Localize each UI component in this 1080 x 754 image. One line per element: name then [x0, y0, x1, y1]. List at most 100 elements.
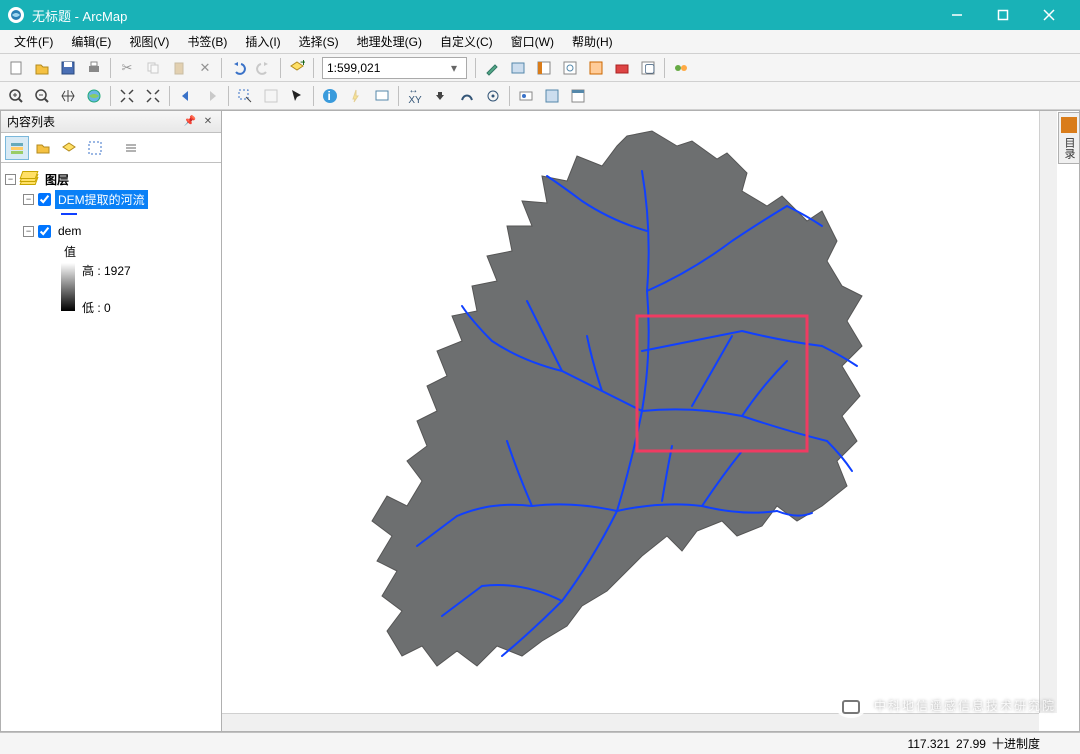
layer-river-label[interactable]: DEM提取的河流: [55, 190, 148, 209]
full-extent-button[interactable]: [82, 84, 106, 108]
standard-toolbar: ✂ ✕ + 1:599,021 ▾ ▢: [0, 54, 1080, 82]
open-button[interactable]: [30, 56, 54, 80]
layer-dem-label[interactable]: dem: [55, 223, 84, 239]
fixed-zoom-in-button[interactable]: [115, 84, 139, 108]
list-by-drawing-order-tab[interactable]: [5, 136, 29, 160]
toc-header: 内容列表 📌 ✕: [1, 111, 221, 133]
redo-button[interactable]: [252, 56, 276, 80]
list-by-selection-tab[interactable]: [83, 136, 107, 160]
zoom-out-button[interactable]: [30, 84, 54, 108]
coord-unit: 十进制度: [992, 735, 1040, 752]
time-slider-button[interactable]: [514, 84, 538, 108]
next-extent-button[interactable]: [200, 84, 224, 108]
pan-button[interactable]: [56, 84, 80, 108]
collapse-icon[interactable]: −: [23, 194, 34, 205]
viewer-window-button[interactable]: [566, 84, 590, 108]
toc-button[interactable]: [506, 56, 530, 80]
collapse-icon[interactable]: −: [5, 174, 16, 185]
identify-button[interactable]: i: [318, 84, 342, 108]
editor-toolbar-button[interactable]: [480, 56, 504, 80]
options-tab[interactable]: [119, 136, 143, 160]
clear-selection-button[interactable]: [259, 84, 283, 108]
fixed-zoom-out-button[interactable]: [141, 84, 165, 108]
undo-button[interactable]: [226, 56, 250, 80]
menu-file[interactable]: 文件(F): [6, 30, 61, 53]
collapse-icon[interactable]: −: [23, 226, 34, 237]
zoom-in-button[interactable]: [4, 84, 28, 108]
menu-geoprocessing[interactable]: 地理处理(G): [349, 30, 430, 53]
go-to-xy-button[interactable]: [481, 84, 505, 108]
find-button[interactable]: [429, 84, 453, 108]
catalog-dock-label: 目录: [1061, 137, 1077, 159]
menu-help[interactable]: 帮助(H): [564, 30, 621, 53]
catalog-button[interactable]: [532, 56, 556, 80]
menu-bar: 文件(F) 编辑(E) 视图(V) 书签(B) 插入(I) 选择(S) 地理处理…: [0, 30, 1080, 54]
catalog-icon: [1061, 117, 1077, 133]
value-label: 值: [61, 242, 79, 261]
low-value-label: 低 : 0: [79, 298, 134, 317]
scale-value: 1:599,021: [327, 61, 380, 75]
main-area: 内容列表 📌 ✕ − 图层 − DEM提取的河流: [0, 110, 1080, 732]
vertical-scrollbar[interactable]: [1039, 111, 1057, 713]
arccatalog-button[interactable]: [584, 56, 608, 80]
copy-button[interactable]: [141, 56, 165, 80]
list-by-visibility-tab[interactable]: [57, 136, 81, 160]
high-value-label: 高 : 1927: [79, 261, 134, 280]
chevron-down-icon: ▾: [446, 61, 462, 75]
prev-extent-button[interactable]: [174, 84, 198, 108]
catalog-dock-tab[interactable]: 目录: [1058, 112, 1080, 164]
app-icon: [8, 7, 24, 23]
find-route-button[interactable]: [455, 84, 479, 108]
svg-text:i: i: [328, 89, 331, 103]
new-button[interactable]: [4, 56, 28, 80]
measure-button[interactable]: ↔XY: [403, 84, 427, 108]
save-button[interactable]: [56, 56, 80, 80]
close-icon[interactable]: ✕: [201, 115, 215, 129]
toolbox-button[interactable]: [610, 56, 634, 80]
cut-button[interactable]: ✂: [115, 56, 139, 80]
toc-tree[interactable]: − 图层 − DEM提取的河流 − dem 值 高 : 1927: [1, 163, 221, 731]
layer-visibility-checkbox[interactable]: [38, 225, 51, 238]
layer-visibility-checkbox[interactable]: [38, 193, 51, 206]
html-popup-button[interactable]: [370, 84, 394, 108]
menu-windows[interactable]: 窗口(W): [503, 30, 562, 53]
map-svg: [222, 111, 1042, 711]
print-button[interactable]: [82, 56, 106, 80]
create-viewer-button[interactable]: [540, 84, 564, 108]
delete-button[interactable]: ✕: [193, 56, 217, 80]
toc-title: 内容列表: [7, 113, 55, 130]
coord-y: 27.99: [956, 737, 986, 751]
add-data-button[interactable]: +: [285, 56, 309, 80]
toc-panel: 内容列表 📌 ✕ − 图层 − DEM提取的河流: [0, 110, 222, 732]
menu-bookmarks[interactable]: 书签(B): [179, 30, 235, 53]
river-symbol[interactable]: [61, 213, 77, 215]
select-elements-button[interactable]: [285, 84, 309, 108]
close-button[interactable]: [1026, 0, 1072, 30]
map-canvas[interactable]: ▣ ▦ ⟳ ❚❚: [222, 111, 1079, 731]
title-bar: 无标题 - ArcMap: [0, 0, 1080, 30]
data-frame-label[interactable]: 图层: [42, 170, 72, 189]
svg-text:+: +: [300, 60, 305, 69]
paste-button[interactable]: [167, 56, 191, 80]
menu-customize[interactable]: 自定义(C): [432, 30, 501, 53]
menu-insert[interactable]: 插入(I): [237, 30, 288, 53]
menu-edit[interactable]: 编辑(E): [63, 30, 119, 53]
horizontal-scrollbar[interactable]: [222, 713, 1039, 731]
python-button[interactable]: ▢: [636, 56, 660, 80]
layers-icon: [20, 172, 38, 186]
menu-view[interactable]: 视图(V): [121, 30, 177, 53]
maximize-button[interactable]: [980, 0, 1026, 30]
scale-combo[interactable]: 1:599,021 ▾: [322, 57, 467, 79]
hyperlink-button[interactable]: [344, 84, 368, 108]
menu-selection[interactable]: 选择(S): [291, 30, 347, 53]
pin-icon[interactable]: 📌: [183, 115, 197, 129]
select-features-button[interactable]: [233, 84, 257, 108]
toc-tabs: [1, 133, 221, 163]
dem-gradient-symbol[interactable]: [61, 263, 75, 311]
model-builder-button[interactable]: [669, 56, 693, 80]
map-view: ▣ ▦ ⟳ ❚❚: [222, 110, 1080, 732]
search-window-button[interactable]: [558, 56, 582, 80]
minimize-button[interactable]: [934, 0, 980, 30]
list-by-source-tab[interactable]: [31, 136, 55, 160]
window-title: 无标题 - ArcMap: [32, 6, 934, 25]
